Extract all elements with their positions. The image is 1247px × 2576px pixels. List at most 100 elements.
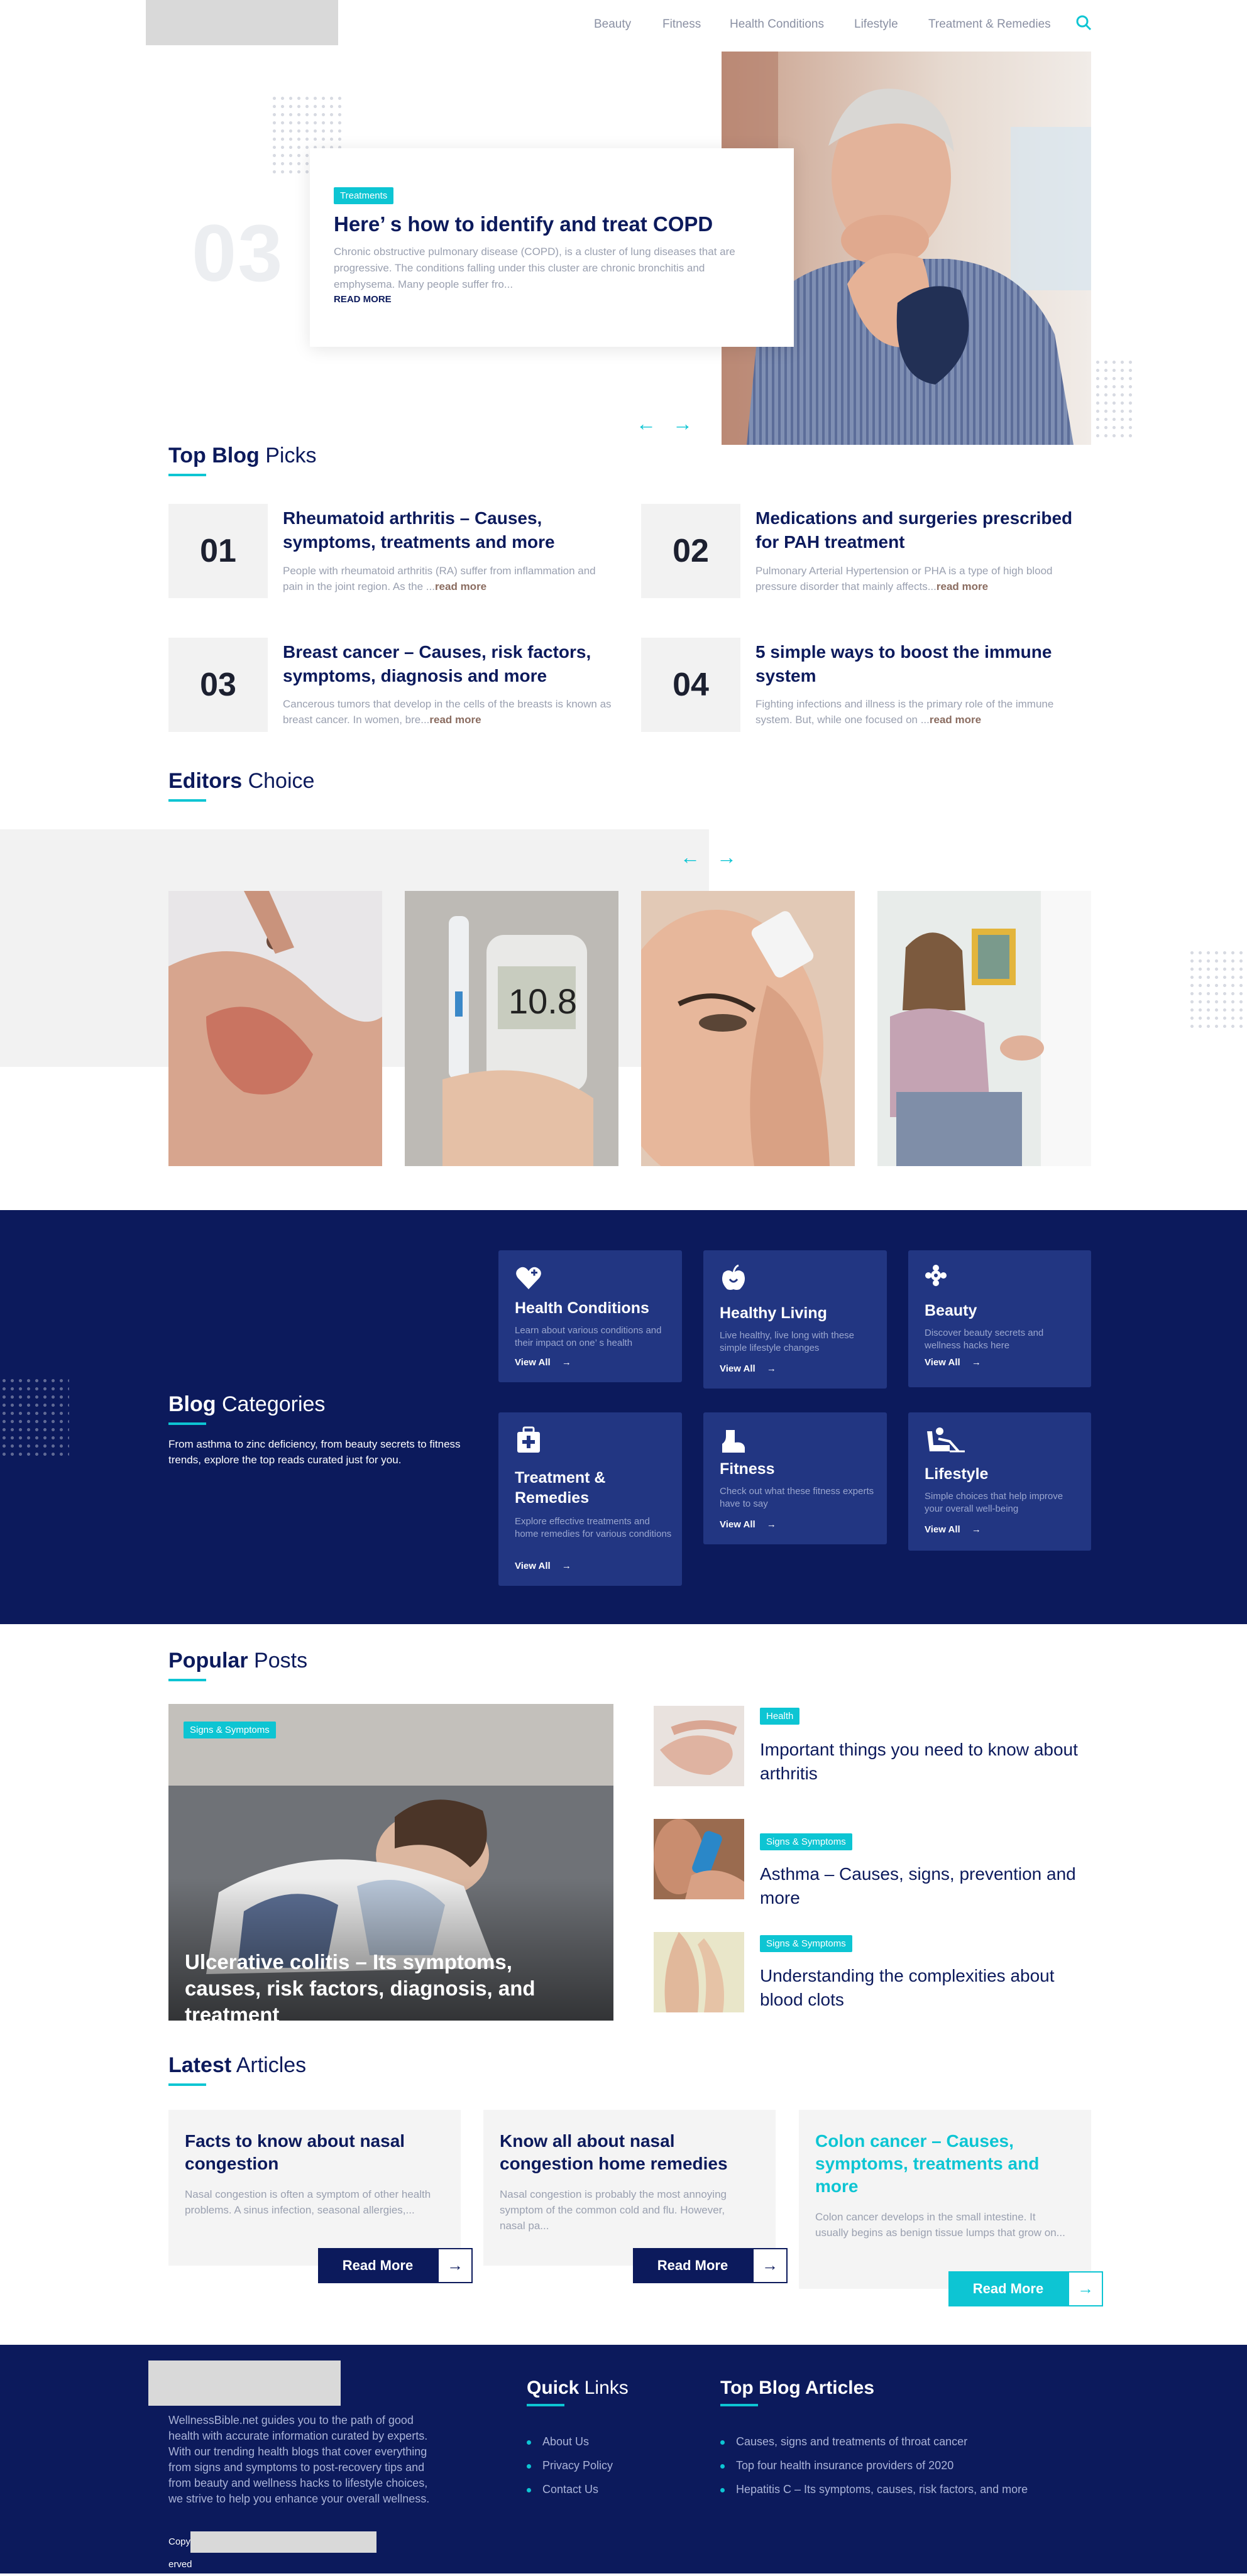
latest-articles-heading: Latest Articles — [168, 2053, 306, 2086]
category-view-all-link[interactable]: View All → — [720, 1363, 776, 1374]
category-view-all-link[interactable]: View All → — [720, 1519, 776, 1530]
arrow-right-icon[interactable]: → — [437, 2248, 473, 2283]
category-title: Health Conditions — [515, 1299, 649, 1317]
editors-card-doctor-image[interactable] — [877, 891, 1091, 1166]
popular-post-thumbnail[interactable] — [654, 1932, 744, 2012]
category-description: Live healthy, live long with these simpl… — [720, 1330, 855, 1353]
read-more-label[interactable]: Read More — [318, 2248, 437, 2283]
editors-card-glucose-image[interactable]: 10.8 — [405, 891, 618, 1166]
hero-description: Chronic obstructive pulmonary disease (C… — [334, 246, 735, 290]
slider-next-arrow-icon[interactable]: → — [671, 413, 694, 434]
featured-post-card[interactable]: Signs & Symptoms Ulcerative colitis – It… — [168, 1704, 613, 2021]
boot-icon — [722, 1430, 745, 1453]
popular-posts-heading: Popular Posts — [168, 1649, 307, 1681]
latest-article-description: Colon cancer develops in the small intes… — [815, 2211, 1065, 2239]
pick-title[interactable]: Breast cancer – Causes, risk factors, sy… — [283, 640, 616, 688]
latest-article-title[interactable]: Facts to know about nasal congestion — [185, 2130, 436, 2175]
pick-number: 02 — [641, 504, 740, 598]
nav-health-conditions[interactable]: Health Conditions — [730, 18, 824, 31]
nav-fitness[interactable]: Fitness — [662, 18, 701, 31]
editors-next-arrow-icon[interactable]: → — [715, 847, 738, 867]
footer-link-about[interactable]: About Us — [527, 2435, 589, 2448]
footer-link-privacy[interactable]: Privacy Policy — [527, 2459, 613, 2472]
read-more-button[interactable]: Read More → — [633, 2248, 788, 2283]
category-view-all-link[interactable]: View All → — [925, 1524, 981, 1535]
medkit-icon — [517, 1426, 540, 1453]
pick-read-more-link[interactable]: read more — [435, 581, 486, 592]
popular-post-title[interactable]: Understanding the complexities about blo… — [760, 1964, 1099, 2012]
popular-post-tag[interactable]: Signs & Symptoms — [760, 1935, 852, 1952]
arrow-right-icon: → — [561, 1561, 571, 1571]
pick-number: 04 — [641, 638, 740, 732]
featured-post-title[interactable]: Ulcerative colitis – Its symptoms, cause… — [185, 1949, 587, 2021]
latest-article-title[interactable]: Colon cancer – Causes, symptoms, treatme… — [815, 2130, 1067, 2198]
hero-category-tag[interactable]: Treatments — [334, 187, 394, 204]
category-card-beauty[interactable]: Beauty Discover beauty secrets and welln… — [908, 1250, 1091, 1387]
popular-post-thumbnail[interactable] — [654, 1706, 744, 1786]
category-card-healthy-living[interactable]: Healthy Living Live healthy, live long w… — [703, 1250, 887, 1389]
slider-prev-arrow-icon[interactable]: ← — [635, 413, 657, 434]
category-title: Fitness — [720, 1460, 775, 1478]
site-logo[interactable] — [146, 0, 338, 45]
category-card-health-conditions[interactable]: Health Conditions Learn about various co… — [498, 1250, 682, 1382]
category-description: Explore effective treatments and home re… — [515, 1516, 672, 1539]
category-card-treatment-remedies[interactable]: Treatment & Remedies Explore effective t… — [498, 1412, 682, 1586]
hero-title[interactable]: Here’ s how to identify and treat COPD — [334, 212, 713, 236]
editors-card-eyedrop-image[interactable] — [641, 891, 855, 1166]
quick-links-heading: Quick Links — [527, 2377, 629, 2406]
search-icon[interactable] — [1075, 14, 1092, 31]
read-more-button[interactable]: Read More → — [948, 2271, 1103, 2306]
hero-read-more-link[interactable]: READ MORE — [334, 294, 392, 305]
read-more-label[interactable]: Read More — [633, 2248, 752, 2283]
latest-article-card[interactable]: Colon cancer – Causes, symptoms, treatme… — [799, 2110, 1091, 2289]
recliner-icon — [927, 1427, 965, 1453]
blog-categories-intro: From asthma to zinc deficiency, from bea… — [168, 1438, 461, 1466]
footer-article-link[interactable]: Top four health insurance providers of 2… — [720, 2459, 953, 2472]
category-view-all-link[interactable]: View All → — [925, 1357, 981, 1368]
read-more-button[interactable]: Read More → — [318, 2248, 473, 2283]
featured-post-tag[interactable]: Signs & Symptoms — [184, 1722, 276, 1738]
heart-plus-icon — [516, 1267, 541, 1289]
top-blog-articles-heading: Top Blog Articles — [720, 2377, 874, 2406]
editors-card-skin-image[interactable] — [168, 891, 382, 1166]
latest-article-card[interactable]: Know all about nasal congestion home rem… — [483, 2110, 776, 2266]
arrow-right-icon[interactable]: → — [1068, 2271, 1103, 2306]
popular-post-tag[interactable]: Health — [760, 1708, 800, 1725]
nav-lifestyle[interactable]: Lifestyle — [854, 18, 898, 31]
popular-post-title[interactable]: Asthma – Causes, signs, prevention and m… — [760, 1862, 1099, 1910]
category-card-lifestyle[interactable]: Lifestyle Simple choices that help impro… — [908, 1412, 1091, 1551]
arrow-right-icon: → — [766, 1363, 776, 1374]
footer-article-link[interactable]: Hepatitis C – Its symptoms, causes, risk… — [720, 2483, 1028, 2496]
editors-prev-arrow-icon[interactable]: ← — [679, 847, 701, 867]
popular-post-title[interactable]: Important things you need to know about … — [760, 1738, 1099, 1786]
footer-link-contact[interactable]: Contact Us — [527, 2483, 598, 2496]
hero-card: Treatments Here’ s how to identify and t… — [310, 148, 794, 347]
read-more-label[interactable]: Read More — [948, 2271, 1068, 2306]
arrow-right-icon: → — [561, 1357, 571, 1368]
category-title: Treatment & Remedies — [515, 1469, 606, 1507]
nav-beauty[interactable]: Beauty — [594, 18, 631, 31]
category-view-all-link[interactable]: View All → — [515, 1561, 571, 1571]
footer-logo[interactable] — [148, 2360, 341, 2406]
popular-post-thumbnail[interactable] — [654, 1819, 744, 1899]
arrow-right-icon[interactable]: → — [752, 2248, 788, 2283]
nav-treatment-remedies[interactable]: Treatment & Remedies — [928, 18, 1051, 31]
pick-title[interactable]: Medications and surgeries prescribed for… — [755, 506, 1089, 554]
category-view-all-link[interactable]: View All → — [515, 1357, 571, 1368]
popular-post-tag[interactable]: Signs & Symptoms — [760, 1833, 852, 1850]
latest-article-description: Nasal congestion is probably the most an… — [500, 2188, 727, 2232]
pick-read-more-link[interactable]: read more — [429, 714, 481, 726]
pick-title[interactable]: Rheumatoid arthritis – Causes, symptoms,… — [283, 506, 616, 554]
latest-article-card[interactable]: Facts to know about nasal congestion Nas… — [168, 2110, 461, 2266]
pick-read-more-link[interactable]: read more — [930, 714, 981, 726]
pick-title[interactable]: 5 simple ways to boost the immune system — [755, 640, 1089, 688]
pick-number: 01 — [168, 504, 268, 598]
category-description: Discover beauty secrets and wellness hac… — [925, 1328, 1044, 1351]
latest-article-title[interactable]: Know all about nasal congestion home rem… — [500, 2130, 751, 2175]
blog-categories-section: Blog Categories From asthma to zinc defi… — [0, 1210, 1247, 1624]
category-card-fitness[interactable]: Fitness Check out what these fitness exp… — [703, 1412, 887, 1544]
footer-article-link[interactable]: Causes, signs and treatments of throat c… — [720, 2435, 967, 2448]
pick-description: People with rheumatoid arthritis (RA) su… — [283, 565, 596, 592]
pick-read-more-link[interactable]: read more — [937, 581, 988, 592]
apple-icon — [722, 1264, 745, 1290]
